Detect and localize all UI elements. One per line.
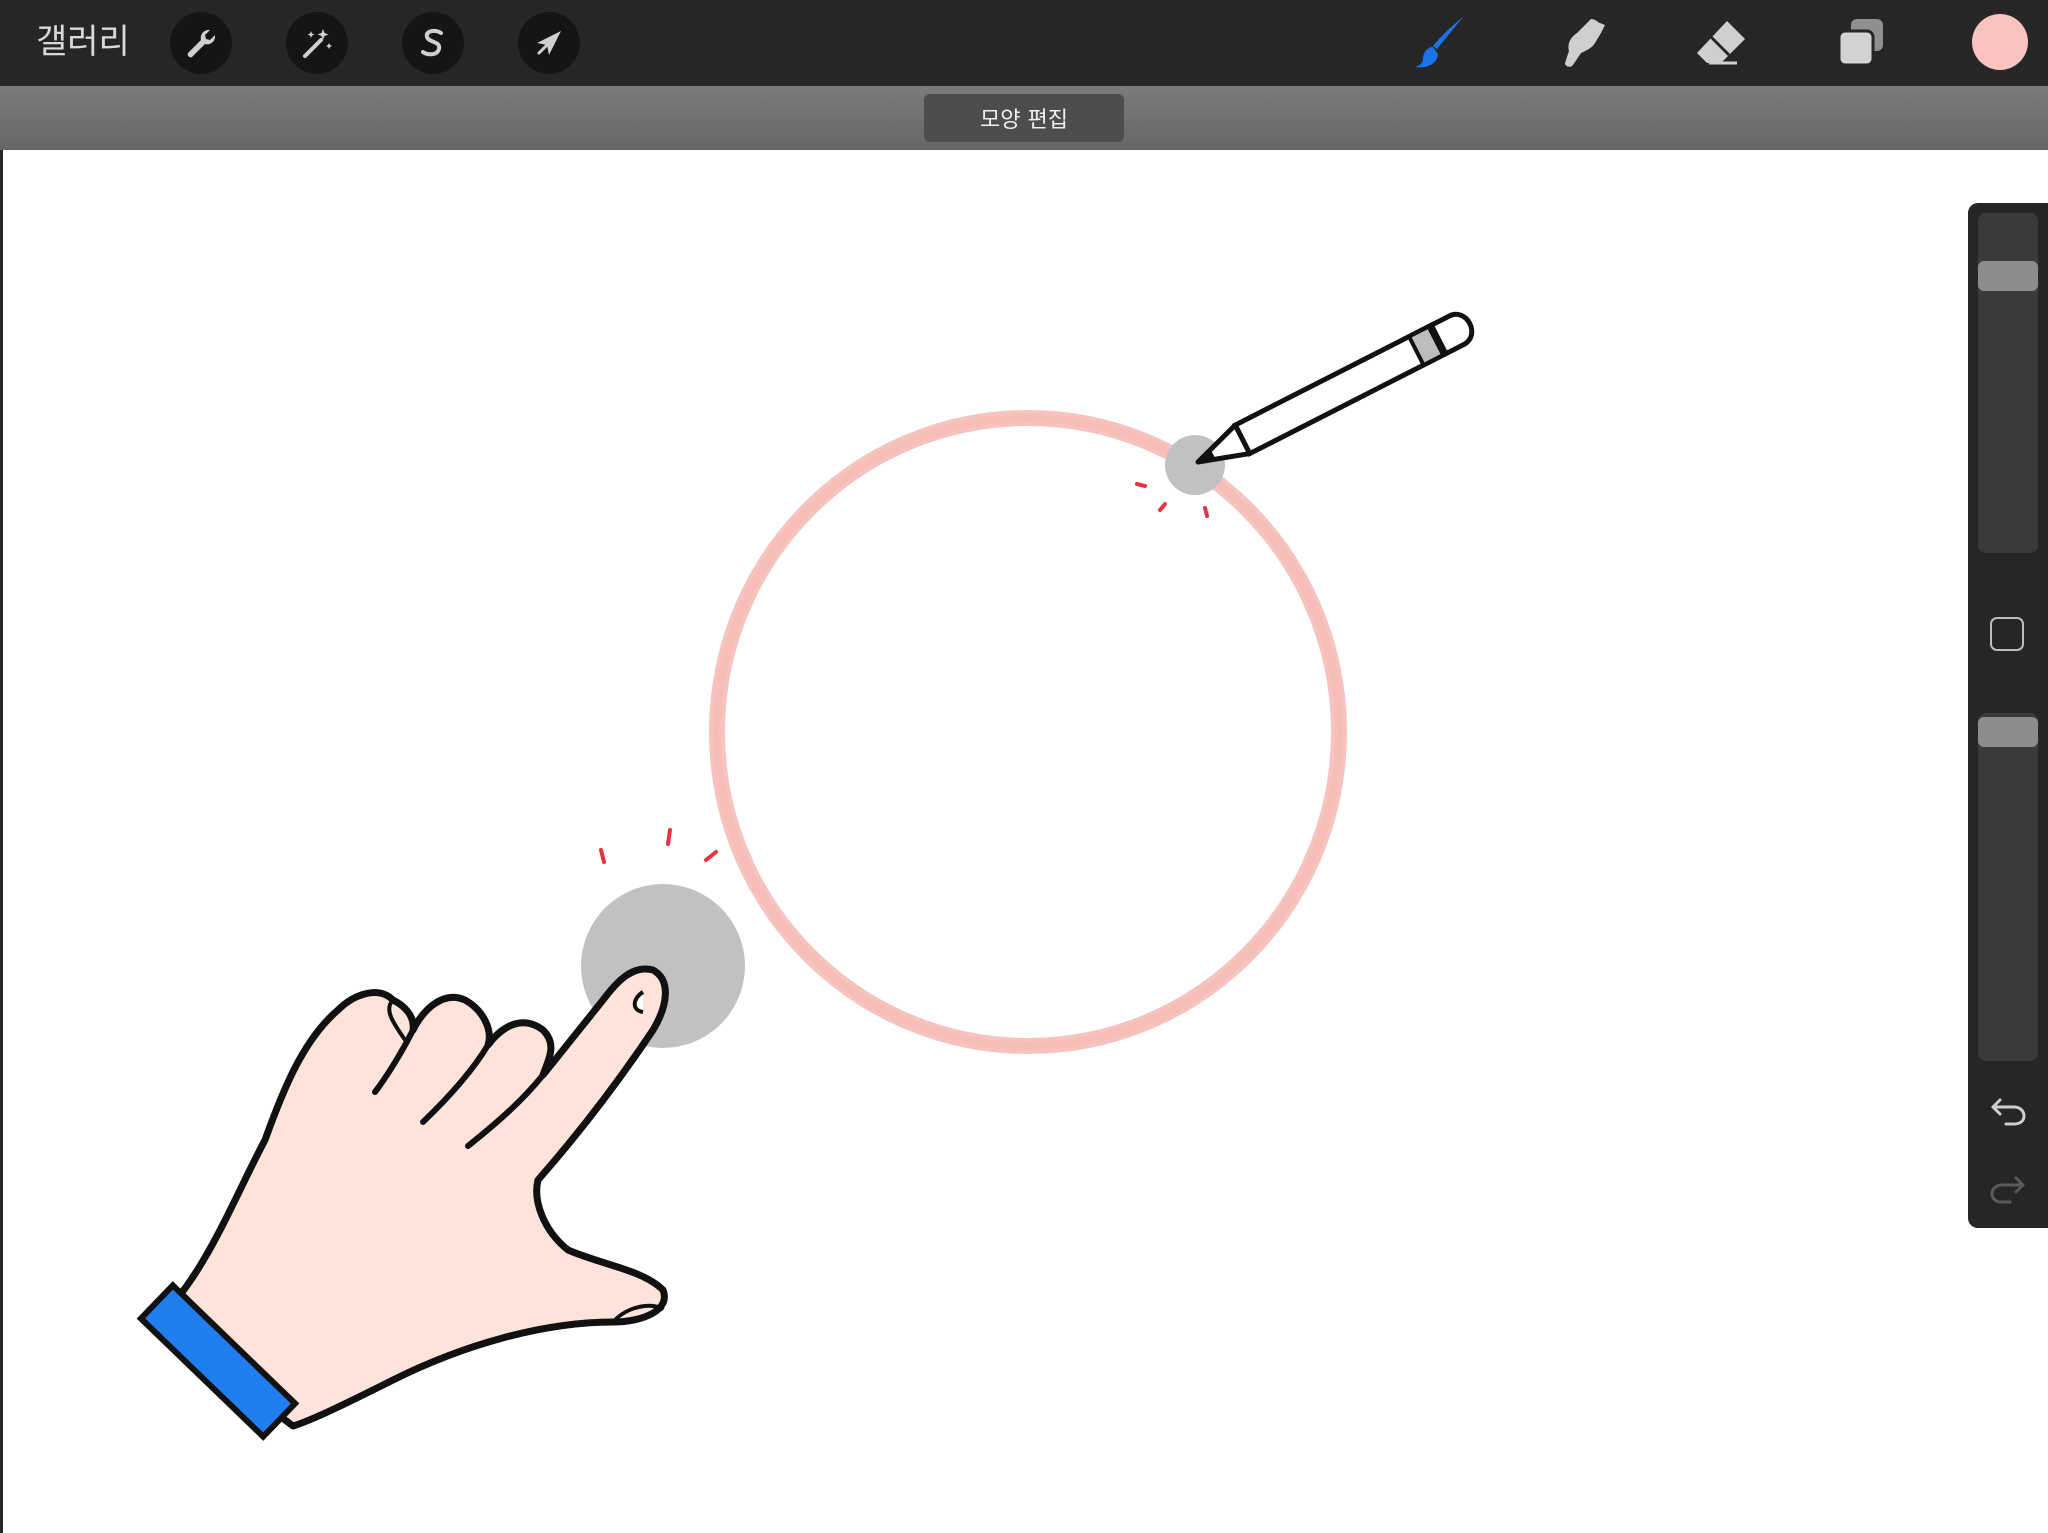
top-toolbar: 갤러리 bbox=[0, 0, 2048, 86]
brush-size-handle[interactable] bbox=[1978, 261, 2038, 291]
adjustments-button[interactable] bbox=[286, 12, 348, 74]
pencil-illustration bbox=[1195, 311, 1475, 465]
drawing-canvas[interactable] bbox=[0, 150, 2048, 1533]
layers-tool-button[interactable] bbox=[1828, 10, 1894, 76]
selection-button[interactable] bbox=[402, 12, 464, 74]
redo-icon[interactable] bbox=[1988, 1168, 2028, 1208]
edit-shape-bar: 모양 편집 bbox=[0, 86, 2048, 150]
smudge-icon bbox=[1565, 19, 1605, 67]
finger-tap-marks bbox=[599, 828, 718, 864]
brush-icon bbox=[1415, 17, 1463, 68]
transform-button[interactable] bbox=[518, 12, 580, 74]
modify-button[interactable] bbox=[1990, 617, 2024, 651]
canvas-artwork bbox=[136, 311, 1475, 1441]
opacity-handle[interactable] bbox=[1978, 717, 2038, 747]
layers-icon bbox=[1837, 19, 1883, 67]
actions-button[interactable] bbox=[170, 12, 232, 74]
brush-tool-button[interactable] bbox=[1408, 10, 1474, 76]
opacity-slider[interactable] bbox=[1978, 713, 2038, 1061]
eraser-icon bbox=[1697, 21, 1745, 65]
drawn-circle bbox=[709, 410, 1347, 1054]
wrench-icon bbox=[187, 29, 216, 58]
eraser-tool-button[interactable] bbox=[1688, 10, 1754, 76]
smudge-tool-button[interactable] bbox=[1548, 10, 1614, 76]
gallery-button[interactable]: 갤러리 bbox=[36, 20, 130, 64]
brush-size-slider[interactable] bbox=[1978, 213, 2038, 553]
magic-wand-icon bbox=[303, 29, 332, 58]
undo-icon[interactable] bbox=[1988, 1090, 2028, 1130]
edit-shape-button[interactable]: 모양 편집 bbox=[924, 94, 1124, 142]
color-picker-button[interactable] bbox=[1972, 14, 2028, 70]
selection-s-icon bbox=[421, 28, 443, 57]
right-sidebar bbox=[1968, 203, 2048, 1228]
hand-illustration bbox=[136, 965, 669, 1441]
arrow-cursor-icon bbox=[537, 31, 561, 55]
